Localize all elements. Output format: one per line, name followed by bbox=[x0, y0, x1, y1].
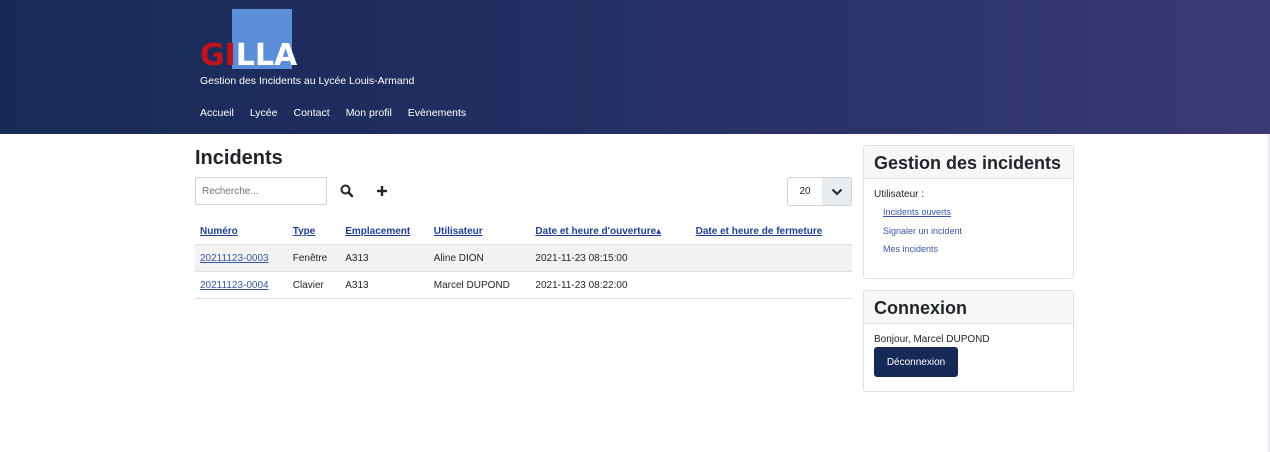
cell-fermeture bbox=[690, 244, 852, 272]
search-input[interactable] bbox=[195, 177, 327, 205]
incidents-ouverts-link[interactable]: Incidents ouverts bbox=[883, 207, 951, 217]
column-header: Emplacement bbox=[340, 218, 429, 245]
incidents-table: Numéro Type Emplacement Utilisateur Date… bbox=[195, 218, 852, 299]
sort-emplacement-link[interactable]: Emplacement bbox=[345, 226, 410, 237]
logout-button[interactable]: Déconnexion bbox=[874, 347, 958, 377]
gestion-card: Gestion des incidents Utilisateur : Inci… bbox=[863, 145, 1074, 279]
page-title: Incidents bbox=[195, 147, 283, 169]
user-role-label: Utilisateur : bbox=[874, 189, 925, 200]
nav-contact[interactable]: Contact bbox=[294, 107, 330, 119]
sort-fermeture-link[interactable]: Date et heure de fermeture bbox=[696, 226, 823, 237]
list-item: Signaler un incident bbox=[883, 226, 1063, 245]
gestion-card-body: Utilisateur : Incidents ouverts Signaler… bbox=[864, 179, 1073, 273]
site-subtitle: Gestion des Incidents au Lycée Louis-Arm… bbox=[200, 75, 415, 87]
incident-link[interactable]: 20211123-0003 bbox=[200, 253, 269, 264]
main-nav: Accueil Lycée Contact Mon profil Evèneme… bbox=[200, 107, 466, 119]
site-logo[interactable]: GILLA bbox=[200, 9, 297, 71]
cell-utilisateur: Aline DION bbox=[428, 244, 531, 272]
table-row: 20211123-0003 Fenêtre A313 Aline DION 20… bbox=[195, 244, 852, 272]
logo-text-red: GI bbox=[200, 38, 236, 73]
gestion-card-title: Gestion des incidents bbox=[864, 146, 1073, 179]
mes-incidents-link[interactable]: Mes incidents bbox=[883, 244, 938, 254]
cell-emplacement: A313 bbox=[340, 244, 429, 272]
greeting-text: Bonjour, Marcel DUPOND bbox=[874, 334, 990, 345]
column-header: Date et heure d'ouverture▴ bbox=[530, 218, 691, 245]
nav-evenements[interactable]: Evènements bbox=[408, 107, 466, 119]
cell-ouverture: 2021-11-23 08:22:00 bbox=[530, 271, 691, 299]
incident-link[interactable]: 20211123-0004 bbox=[200, 280, 269, 291]
column-header: Type bbox=[287, 218, 341, 245]
search-icon[interactable] bbox=[339, 183, 355, 199]
sort-utilisateur-link[interactable]: Utilisateur bbox=[434, 226, 483, 237]
site-header: GILLA Gestion des Incidents au Lycée Lou… bbox=[0, 0, 1270, 134]
sort-type-link[interactable]: Type bbox=[293, 226, 316, 237]
column-header: Date et heure de fermeture bbox=[690, 218, 852, 245]
gestion-links: Incidents ouverts Signaler un incident M… bbox=[874, 207, 1063, 263]
list-item: Mes incidents bbox=[883, 244, 1063, 263]
logo-text: GILLA bbox=[200, 41, 297, 71]
plus-icon[interactable] bbox=[374, 183, 390, 199]
cell-ouverture: 2021-11-23 08:15:00 bbox=[530, 244, 691, 272]
nav-mon-profil[interactable]: Mon profil bbox=[346, 107, 392, 119]
connexion-card-body: Bonjour, Marcel DUPOND Déconnexion bbox=[864, 324, 1073, 387]
list-item: Incidents ouverts bbox=[883, 207, 1063, 226]
table-header-row: Numéro Type Emplacement Utilisateur Date… bbox=[195, 218, 852, 245]
table-row: 20211123-0004 Clavier A313 Marcel DUPOND… bbox=[195, 271, 852, 299]
nav-accueil[interactable]: Accueil bbox=[200, 107, 234, 119]
signaler-incident-link[interactable]: Signaler un incident bbox=[883, 226, 962, 236]
column-header: Numéro bbox=[195, 218, 288, 245]
cell-numero: 20211123-0003 bbox=[195, 244, 288, 272]
connexion-card-title: Connexion bbox=[864, 291, 1073, 324]
page-size-select[interactable]: 20 bbox=[787, 177, 852, 206]
chevron-down-icon bbox=[822, 178, 851, 205]
cell-fermeture bbox=[690, 271, 852, 299]
cell-emplacement: A313 bbox=[340, 271, 429, 299]
logo-text-white: LLA bbox=[235, 38, 298, 73]
sort-ouverture-link[interactable]: Date et heure d'ouverture▴ bbox=[535, 226, 661, 237]
page-size-value: 20 bbox=[799, 186, 811, 197]
cell-utilisateur: Marcel DUPOND bbox=[428, 271, 531, 299]
sort-numero-link[interactable]: Numéro bbox=[200, 226, 238, 237]
nav-lycee[interactable]: Lycée bbox=[250, 107, 278, 119]
cell-numero: 20211123-0004 bbox=[195, 271, 288, 299]
cell-type: Fenêtre bbox=[287, 244, 341, 272]
column-header: Utilisateur bbox=[428, 218, 531, 245]
cell-type: Clavier bbox=[287, 271, 341, 299]
connexion-card: Connexion Bonjour, Marcel DUPOND Déconne… bbox=[863, 290, 1074, 392]
